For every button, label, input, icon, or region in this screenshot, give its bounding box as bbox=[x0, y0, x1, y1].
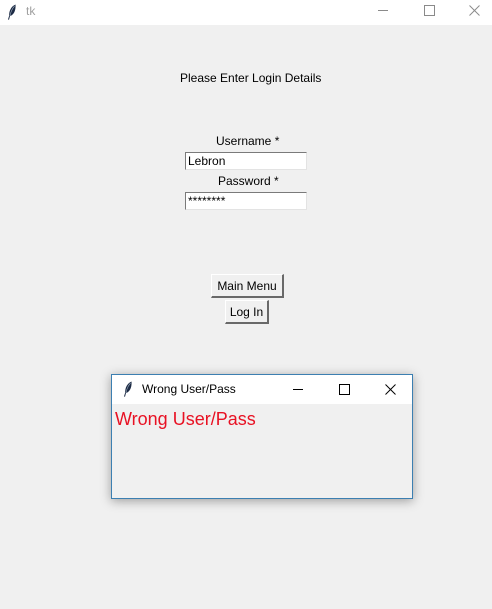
popup-title: Wrong User/Pass bbox=[142, 382, 236, 396]
popup-title-bar[interactable]: Wrong User/Pass bbox=[112, 375, 412, 404]
maximize-button[interactable] bbox=[406, 0, 452, 25]
feather-icon bbox=[7, 4, 17, 20]
error-popup-window: Wrong User/Pass Wrong User/Pass bbox=[111, 374, 413, 499]
username-label: Username * bbox=[216, 134, 280, 148]
feather-icon bbox=[123, 381, 133, 397]
main-menu-button[interactable]: Main Menu bbox=[211, 274, 284, 298]
maximize-icon bbox=[424, 5, 435, 16]
title-bar[interactable]: tk bbox=[0, 0, 492, 25]
popup-minimize-button[interactable] bbox=[275, 375, 321, 404]
password-field[interactable] bbox=[185, 192, 307, 210]
minimize-icon bbox=[293, 389, 303, 390]
minimize-button[interactable] bbox=[360, 0, 406, 25]
close-icon bbox=[385, 384, 396, 395]
popup-close-button[interactable] bbox=[367, 375, 413, 404]
minimize-icon bbox=[378, 10, 388, 11]
maximize-icon bbox=[339, 384, 350, 395]
close-button[interactable] bbox=[452, 0, 492, 25]
username-field[interactable] bbox=[185, 152, 307, 170]
close-icon bbox=[469, 5, 480, 16]
login-heading: Please Enter Login Details bbox=[180, 71, 322, 85]
window-title: tk bbox=[26, 4, 36, 18]
log-in-button[interactable]: Log In bbox=[225, 300, 269, 324]
popup-maximize-button[interactable] bbox=[321, 375, 367, 404]
main-window: tk Please Enter Login Details Username *… bbox=[0, 0, 492, 609]
error-message: Wrong User/Pass bbox=[115, 409, 256, 429]
password-label: Password * bbox=[218, 174, 279, 188]
